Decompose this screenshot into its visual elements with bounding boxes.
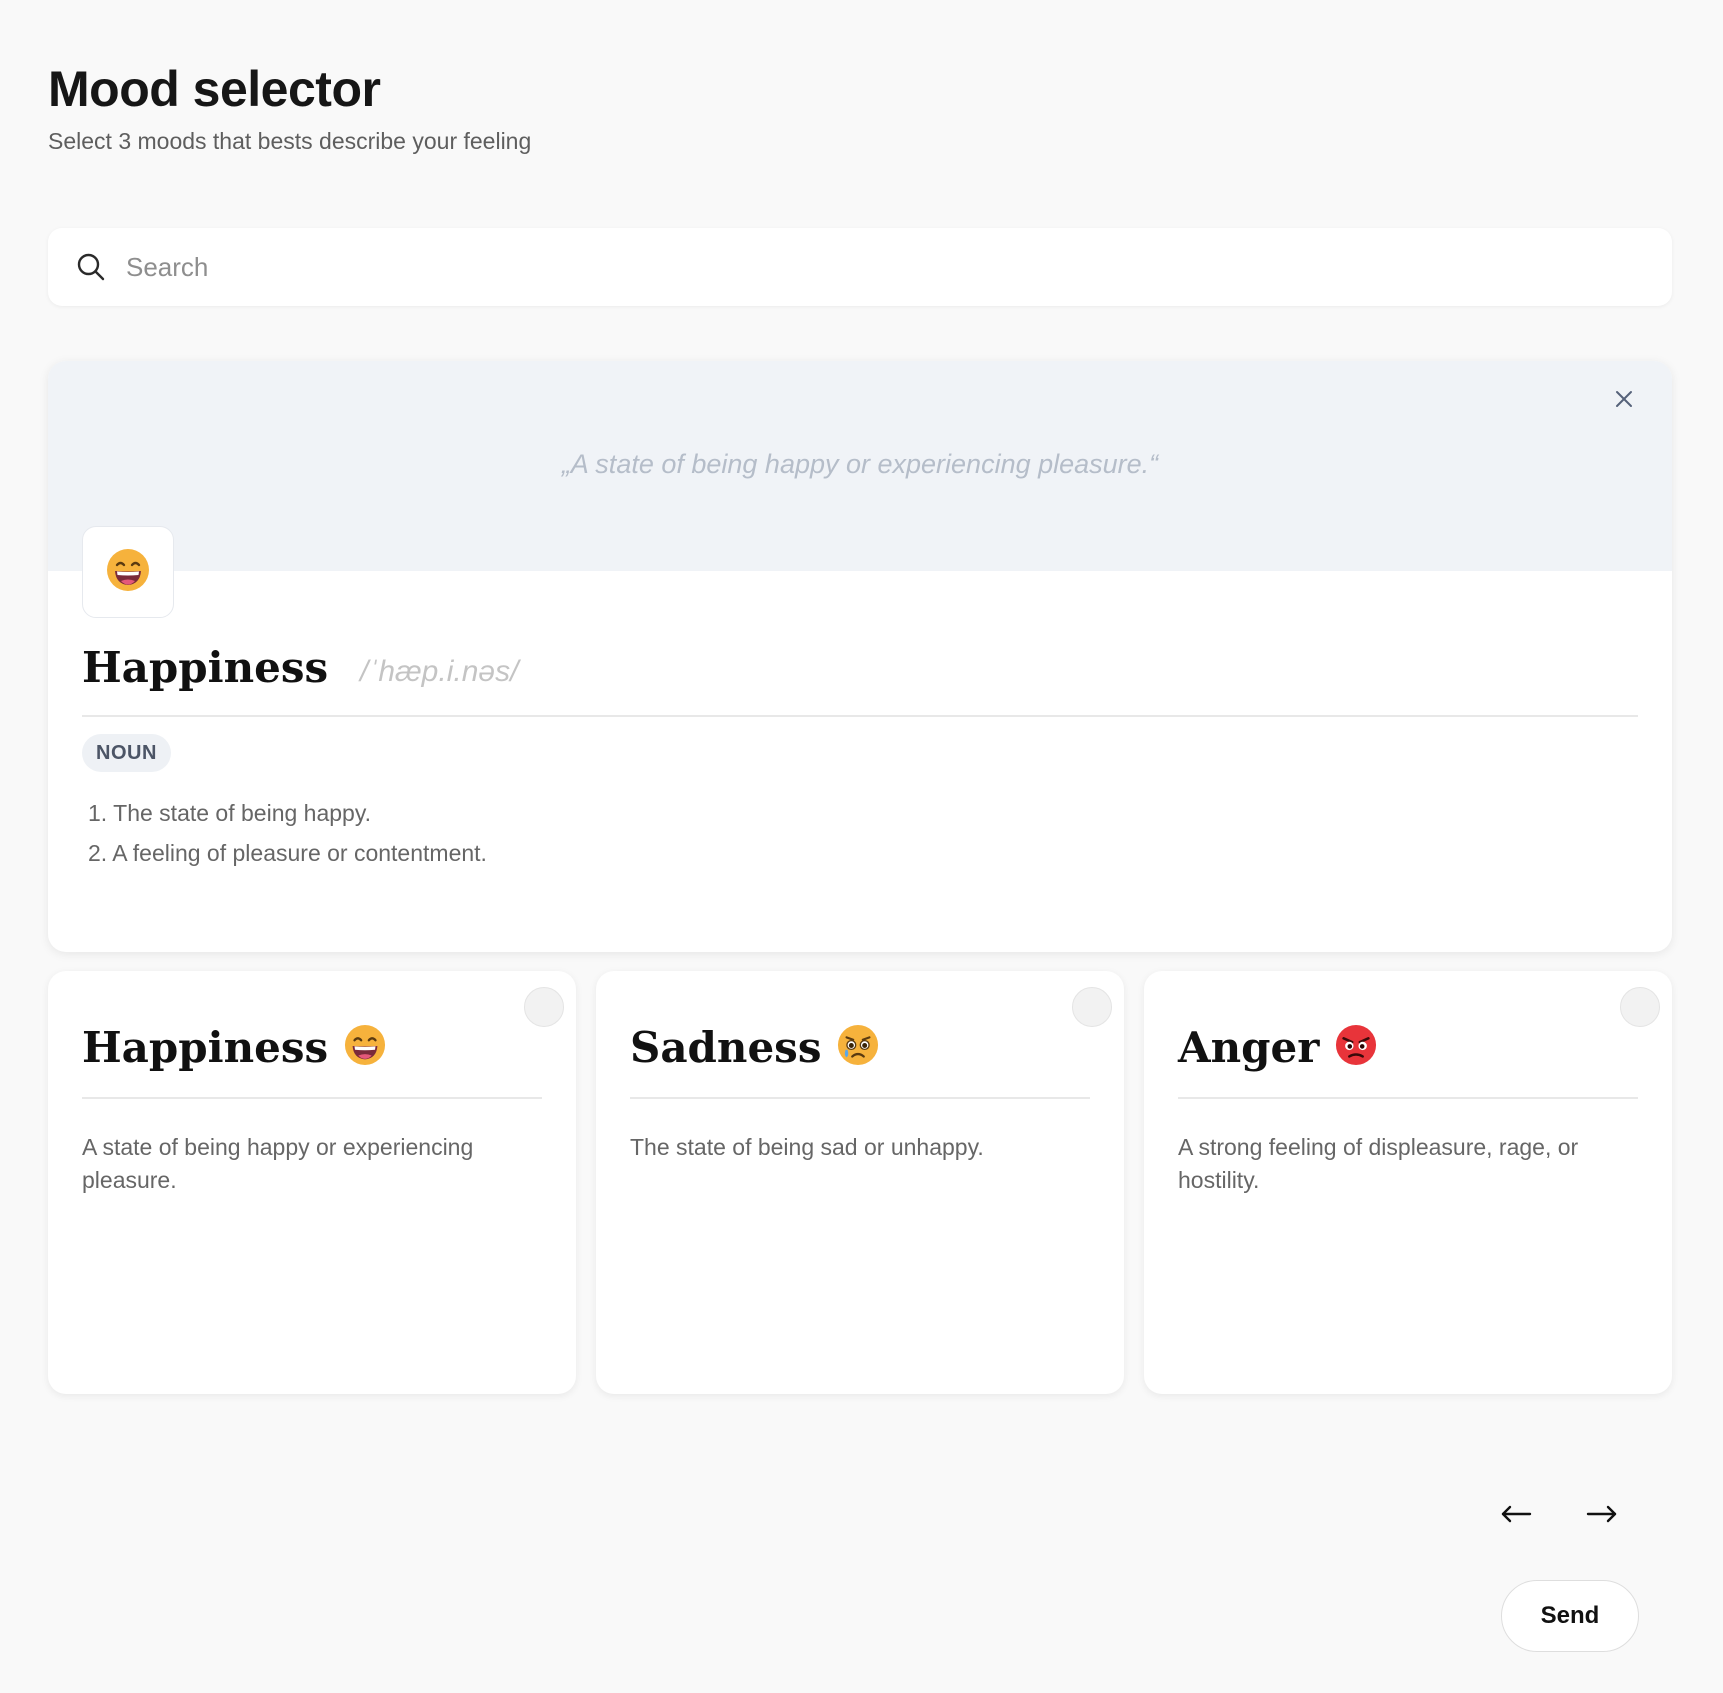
mood-card-sadness[interactable]: Sadness The state of being sad or unhapp… — [596, 971, 1124, 1394]
angry-face-icon — [1335, 1024, 1377, 1071]
mood-card-divider — [630, 1097, 1090, 1099]
mood-select-radio[interactable] — [1072, 987, 1112, 1027]
mood-card-name: Happiness — [82, 1023, 329, 1072]
mood-quote: „A state of being happy or experiencing … — [561, 449, 1159, 479]
next-button[interactable] — [1572, 1494, 1632, 1538]
send-button[interactable]: Send — [1501, 1580, 1639, 1652]
mood-select-radio[interactable] — [1620, 987, 1660, 1027]
mood-card-description: A strong feeling of displeasure, rage, o… — [1178, 1134, 1579, 1193]
definition-item: 1. The state of being happy. — [88, 800, 372, 826]
detail-divider — [82, 715, 1638, 717]
part-of-speech-badge: NOUN — [82, 734, 171, 772]
search-icon — [76, 252, 106, 282]
arrow-right-icon — [1586, 1504, 1618, 1529]
mood-selector-page: Mood selector Select 3 moods that bests … — [0, 0, 1723, 1693]
mood-phonetic: /ˈhæp.i.nəs/ — [360, 655, 519, 688]
mood-select-radio[interactable] — [524, 987, 564, 1027]
mood-card-happiness[interactable]: Happiness A state of being happy or expe… — [48, 971, 576, 1394]
mood-card-divider — [1178, 1097, 1638, 1099]
search-bar — [48, 228, 1672, 306]
prev-button[interactable] — [1486, 1494, 1546, 1538]
mood-card-title: Sadness — [630, 1023, 879, 1072]
mood-card-title: Happiness — [82, 1023, 386, 1072]
mood-card-divider — [82, 1097, 542, 1099]
definition-list: 1. The state of being happy. 2. A feelin… — [88, 793, 487, 873]
search-input[interactable] — [126, 228, 1672, 306]
grinning-face-icon — [106, 548, 150, 597]
mood-name: Happiness — [82, 643, 329, 692]
arrow-left-icon — [1500, 1504, 1532, 1529]
page-title: Mood selector — [48, 61, 381, 117]
mood-card-description: The state of being sad or unhappy. — [630, 1134, 984, 1160]
sad-face-icon — [837, 1024, 879, 1071]
mood-card-name: Sadness — [630, 1023, 822, 1072]
definition-item: 2. A feeling of pleasure or contentment. — [88, 840, 487, 866]
grinning-face-icon — [344, 1024, 386, 1071]
mood-card-name: Anger — [1178, 1023, 1320, 1072]
quote-band: „A state of being happy or experiencing … — [48, 361, 1672, 571]
mood-emoji-tile — [82, 526, 174, 618]
mood-detail-card: „A state of being happy or experiencing … — [48, 361, 1672, 952]
mood-card-anger[interactable]: Anger A strong feeling of displeasure, r… — [1144, 971, 1672, 1394]
page-subtitle: Select 3 moods that bests describe your … — [48, 128, 532, 154]
mood-card-title: Anger — [1178, 1023, 1377, 1072]
mood-card-description: A state of being happy or experiencing p… — [82, 1134, 474, 1193]
close-icon — [1614, 389, 1634, 414]
close-button[interactable] — [1606, 383, 1642, 419]
